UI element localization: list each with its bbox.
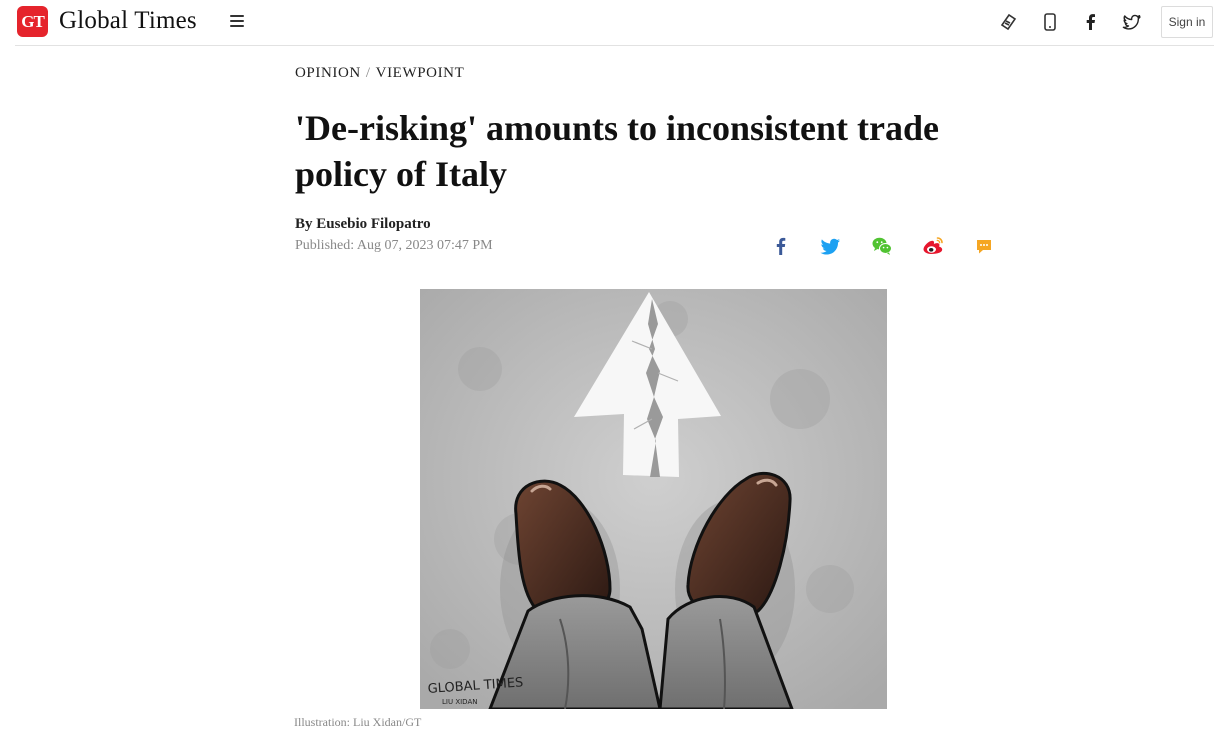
facebook-icon[interactable] <box>1081 12 1101 32</box>
site-logo-text[interactable]: Global Times <box>59 7 197 35</box>
comment-icon[interactable] <box>973 235 995 257</box>
article-byline[interactable]: By Eusebio Filopatro <box>295 216 431 233</box>
publish-date: Published: Aug 07, 2023 07:47 PM <box>295 238 493 253</box>
breadcrumb: OPINION / VIEWPOINT <box>295 65 464 82</box>
logo-badge[interactable]: GT <box>17 6 48 37</box>
mobile-icon[interactable] <box>1040 12 1060 32</box>
breadcrumb-separator: / <box>365 65 371 81</box>
article-title: 'De-risking' amounts to inconsistent tra… <box>295 108 940 194</box>
facebook-share-icon[interactable] <box>770 235 792 257</box>
breadcrumb-viewpoint[interactable]: VIEWPOINT <box>376 65 465 81</box>
twitter-share-icon[interactable] <box>820 235 842 257</box>
image-caption: Illustration: Liu Xidan/GT <box>294 715 422 729</box>
twitter-icon[interactable] <box>1122 12 1142 32</box>
weibo-share-icon[interactable] <box>922 235 944 257</box>
wechat-share-icon[interactable] <box>871 235 893 257</box>
hamburger-menu-icon[interactable] <box>230 14 244 28</box>
sign-in-button[interactable]: Sign in <box>1161 6 1213 38</box>
breadcrumb-opinion[interactable]: OPINION <box>295 65 361 81</box>
site-header: GT Global Times Sign in <box>15 0 1214 46</box>
article-hero-illustration: GLOBAL TIMES LIU XIDAN <box>420 289 887 709</box>
image-watermark-artist: LIU XIDAN <box>442 698 477 706</box>
epaper-icon[interactable] <box>998 12 1018 32</box>
